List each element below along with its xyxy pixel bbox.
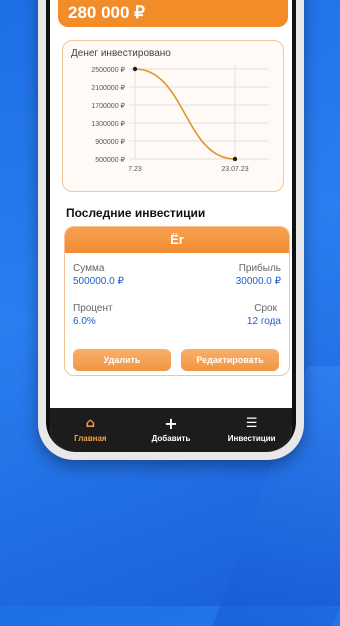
nav-label-add: Добавить <box>151 434 191 443</box>
y-tick-label: 500000 ₽ <box>95 156 125 164</box>
term-label: Срок <box>254 303 277 314</box>
bottom-nav: ⌂ Главная + Добавить ☰ Инвестиции <box>50 408 292 452</box>
home-icon: ⌂ <box>85 416 95 431</box>
phone-bezel: 280 000 ₽ Денег инвестировано 2500000 ₽2… <box>46 0 296 452</box>
total-value: 280 000 ₽ <box>68 3 145 22</box>
nav-item-home[interactable]: ⌂ Главная <box>50 408 131 452</box>
y-tick-label: 900000 ₽ <box>95 138 125 146</box>
investment-card: Ёr Сумма 500000.0 ₽ Прибыль 30000.0 ₽ Пр… <box>64 226 290 376</box>
data-point <box>232 156 238 162</box>
x-tick-label: 23.07.23 <box>221 166 248 173</box>
profit-label: Прибыль <box>238 263 281 274</box>
y-tick-label: 1700000 ₽ <box>91 102 125 110</box>
y-tick-label: 2100000 ₽ <box>91 84 125 92</box>
phone-frame: 280 000 ₽ Денег инвестировано 2500000 ₽2… <box>38 0 304 460</box>
total-invested-card: 280 000 ₽ <box>58 0 288 27</box>
y-tick-label: 2500000 ₽ <box>91 66 125 74</box>
data-point <box>132 66 138 72</box>
investment-chart: 2500000 ₽ 2100000 ₽ 1700000 ₽ 1300000 ₽ 9000… <box>91 65 269 173</box>
percent-value: 6.0% <box>73 316 96 327</box>
y-tick-label: 1300000 ₽ <box>91 120 125 128</box>
sum-label: Сумма <box>73 263 105 274</box>
recent-investments-title: Последние инвестиции <box>66 206 206 220</box>
plus-icon: + <box>164 414 178 433</box>
edit-button[interactable]: Редактировать <box>181 349 279 371</box>
investment-name: Ёr <box>65 227 289 253</box>
series-line <box>134 68 236 160</box>
nav-item-investments[interactable]: ☰ Инвестиции <box>211 408 292 452</box>
nav-item-add[interactable]: + Добавить <box>131 408 212 452</box>
profit-value: 30000.0 ₽ <box>235 276 281 287</box>
percent-label: Процент <box>73 303 113 314</box>
delete-button[interactable]: Удалить <box>73 349 171 371</box>
list-icon: ☰ <box>245 416 258 431</box>
nav-label-investments: Инвестиции <box>227 434 276 443</box>
x-tick-label: 7.23 <box>128 166 142 173</box>
sum-value: 500000.0 ₽ <box>73 276 124 287</box>
nav-label-home: Главная <box>74 434 107 443</box>
chart-card: Денег инвестировано 2500000 ₽2100000 ₽17… <box>62 40 284 192</box>
app-screen: 280 000 ₽ Денег инвестировано 2500000 ₽2… <box>50 0 292 452</box>
term-value: 12 года <box>246 316 281 327</box>
